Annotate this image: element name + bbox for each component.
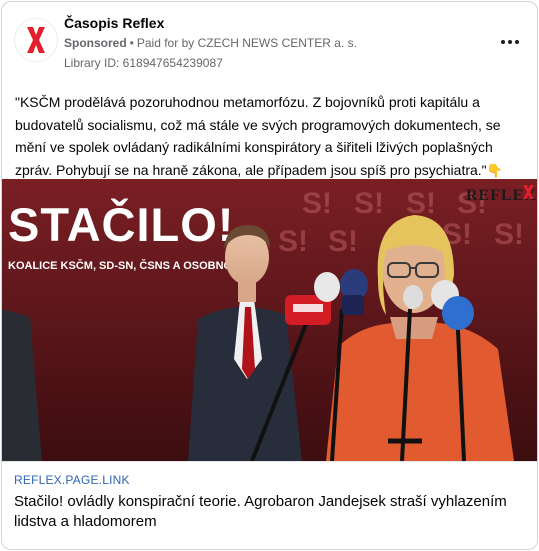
reflex-logo-icon — [27, 27, 45, 53]
library-id: Library ID: 618947654239087 — [64, 56, 223, 70]
post-text-body: "KSČM prodělává pozoruhodnou metamorfózu… — [15, 94, 501, 178]
backdrop-mark: S! — [494, 218, 524, 251]
backdrop-mark: S! — [278, 225, 308, 258]
sponsored-post-card: Časopis Reflex Sponsored • Paid for by CZE… — [1, 1, 538, 550]
page-name-link[interactable]: Časopis Reflex — [64, 15, 164, 31]
paid-for-text: Paid for by CZECH NEWS CENTER a. s. — [136, 36, 357, 50]
banner-title: STAČILO! — [8, 198, 234, 251]
post-header: Časopis Reflex Sponsored • Paid for by CZE… — [2, 2, 537, 82]
backdrop-mark: S! — [406, 187, 436, 220]
press-conference-photo: S! S! S! S! S! S! S! S! STAČILO! KOALICE… — [2, 179, 537, 461]
backdrop-mark: S! — [328, 225, 358, 258]
post-image[interactable]: S! S! S! S! S! S! S! S! STAČILO! KOALICE… — [2, 179, 537, 461]
sponsor-info: Sponsored • Paid for by CZECH NEWS CENTER … — [64, 36, 357, 50]
more-dot — [515, 40, 519, 44]
pointing-down-icon: 👇 — [486, 162, 503, 178]
separator-dot: • — [129, 36, 134, 50]
link-title[interactable]: Stačilo! ovládly konspirační teorie. Agr… — [14, 492, 514, 532]
post-text: "KSČM prodělává pozoruhodnou metamorfózu… — [15, 91, 529, 182]
backdrop-mark: S! — [354, 187, 384, 220]
link-preview[interactable]: REFLEX.PAGE.LINK Stačilo! ovládly konspi… — [2, 461, 537, 549]
backdrop-mark: S! — [302, 187, 332, 220]
more-dot — [508, 40, 512, 44]
sponsored-label: Sponsored — [64, 36, 127, 50]
banner-subtitle: KOALICE KSČM, SD-SN, ČSNS A OSOBNOSTI — [8, 259, 249, 272]
more-options-button[interactable] — [496, 30, 524, 54]
link-domain: REFLEX.PAGE.LINK — [14, 473, 130, 487]
more-dots-icon — [501, 40, 505, 44]
page-avatar[interactable] — [14, 18, 58, 62]
